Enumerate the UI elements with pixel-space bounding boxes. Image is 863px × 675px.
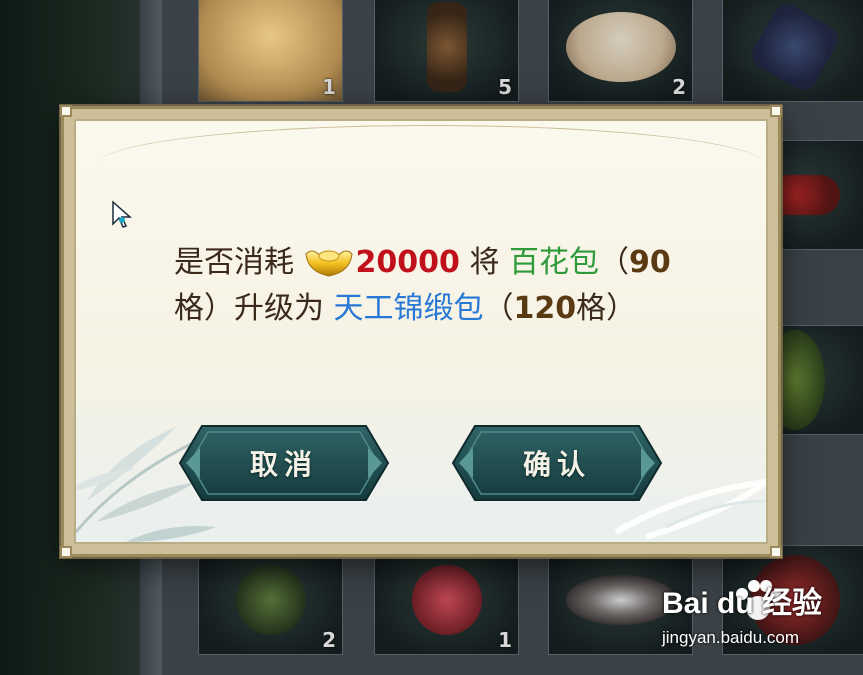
- current-bag-name: 百花包: [509, 245, 599, 280]
- watermark-url: jingyan.baidu.com: [662, 628, 800, 647]
- corner-ornament: [770, 546, 782, 558]
- mouse-cursor-icon: [112, 200, 132, 228]
- inventory-slot[interactable]: 2: [548, 0, 693, 102]
- message-mid: 将: [459, 245, 509, 280]
- slots-unit-2: 格）: [576, 291, 637, 326]
- corner-ornament: [60, 546, 72, 558]
- cost-amount: 20000: [355, 245, 460, 280]
- item-count: 2: [322, 628, 336, 652]
- inventory-slot[interactable]: [722, 0, 863, 102]
- item-count: 2: [672, 75, 686, 99]
- inventory-slot[interactable]: 5: [374, 0, 519, 102]
- decorative-arc: [96, 125, 766, 166]
- target-bag-slots: 120: [513, 291, 577, 326]
- target-bag-name: 天工锦缎包: [333, 291, 484, 326]
- confirm-button-label: 确认: [522, 448, 591, 481]
- slots-unit: 格）升级为: [174, 291, 334, 326]
- inventory-slot[interactable]: 2: [198, 545, 343, 655]
- item-count: 5: [498, 75, 512, 99]
- corner-ornament: [60, 105, 72, 117]
- dialog-message: 是否消耗 20000 将 百花包（90格）升级为 天工锦缎包（120格）: [174, 240, 674, 332]
- inventory-slot[interactable]: 1: [198, 0, 343, 102]
- corner-ornament: [770, 105, 782, 117]
- paren-open: （: [599, 245, 629, 280]
- item-count: 1: [322, 75, 336, 99]
- message-prefix: 是否消耗: [174, 245, 294, 280]
- current-bag-slots: 90: [629, 245, 671, 280]
- cancel-button-label: 取消: [249, 448, 318, 481]
- watermark-brand: Bai du 经验: [662, 587, 823, 620]
- item-count: 1: [498, 628, 512, 652]
- gold-ingot-icon: [305, 250, 353, 277]
- inventory-slot[interactable]: 1: [374, 545, 519, 655]
- paren-open-2: （: [483, 291, 514, 326]
- confirm-button[interactable]: 确认: [451, 424, 663, 502]
- cancel-button[interactable]: 取消: [178, 424, 390, 502]
- baidu-jingyan-watermark: Bai du 经验 jingyan.baidu.com: [662, 578, 862, 668]
